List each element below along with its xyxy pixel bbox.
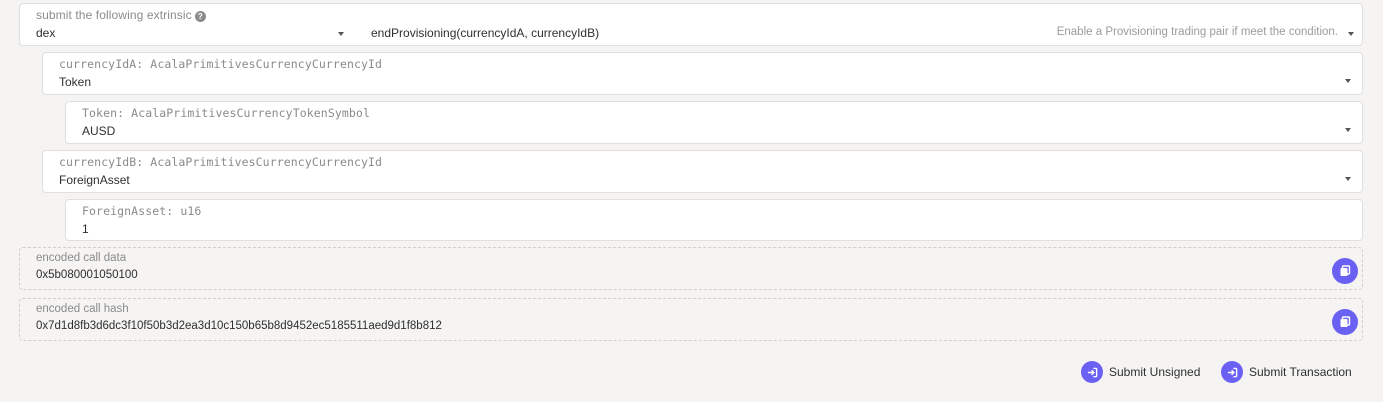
encoded-call-hash-value: 0x7d1d8fb3d6dc3f10f50b3d2ea3d10c150b65b8…: [36, 320, 442, 332]
copy-icon: [1340, 265, 1351, 276]
chevron-down-icon: [1345, 128, 1351, 132]
currency-id-a-dropdown[interactable]: currencyIdA: AcalaPrimitivesCurrencyCurr…: [42, 52, 1363, 95]
currency-id-b-value: ForeignAsset: [59, 173, 130, 187]
submit-unsigned-button[interactable]: Submit Unsigned: [1081, 361, 1200, 383]
chevron-down-icon: [1345, 79, 1351, 83]
question-circle-icon[interactable]: ?: [194, 10, 206, 22]
token-value: AUSD: [82, 124, 116, 138]
chevron-down-icon: [1348, 32, 1354, 36]
currency-id-b-label: currencyIdB: AcalaPrimitivesCurrencyCurr…: [59, 155, 383, 169]
encoded-call-hash: encoded call hash 0x7d1d8fb3d6dc3f10f50b…: [19, 298, 1363, 341]
section-value: dex: [36, 26, 56, 40]
extrinsic-selector: submit the following extrinsic? dex endP…: [19, 3, 1363, 46]
section-dropdown[interactable]: dex: [20, 22, 354, 46]
encoded-call-data: encoded call data 0x5b080001050100: [19, 247, 1363, 290]
submit-transaction-label: Submit Transaction: [1249, 365, 1352, 379]
copy-icon: [1340, 316, 1351, 327]
chevron-down-icon: [338, 32, 344, 36]
sign-in-icon: [1221, 361, 1243, 383]
currency-id-b-dropdown[interactable]: currencyIdB: AcalaPrimitivesCurrencyCurr…: [42, 150, 1363, 193]
currency-id-a-label: currencyIdA: AcalaPrimitivesCurrencyCurr…: [59, 57, 383, 71]
copy-call-data-button[interactable]: [1332, 258, 1358, 284]
encoded-call-data-label: encoded call data: [36, 252, 127, 264]
currency-id-a-value: Token: [59, 75, 92, 89]
method-dropdown[interactable]: endProvisioning(currencyIdA, currencyIdB…: [354, 22, 1362, 46]
copy-call-hash-button[interactable]: [1332, 309, 1358, 335]
method-description: Enable a Provisioning trading pair if me…: [1056, 26, 1338, 38]
foreign-asset-label: ForeignAsset: u16: [82, 204, 202, 218]
method-value: endProvisioning(currencyIdA, currencyIdB…: [371, 26, 600, 40]
token-label: Token: AcalaPrimitivesCurrencyTokenSymbo…: [82, 106, 370, 120]
sign-in-icon: [1081, 361, 1103, 383]
foreign-asset-input[interactable]: ForeignAsset: u16 1: [65, 199, 1363, 241]
foreign-asset-value: 1: [82, 222, 89, 236]
submit-unsigned-label: Submit Unsigned: [1109, 365, 1201, 379]
chevron-down-icon: [1345, 177, 1351, 181]
submit-transaction-button[interactable]: Submit Transaction: [1221, 361, 1352, 383]
extrinsic-label-wrap: submit the following extrinsic?: [36, 8, 206, 22]
token-dropdown[interactable]: Token: AcalaPrimitivesCurrencyTokenSymbo…: [65, 101, 1363, 144]
encoded-call-hash-label: encoded call hash: [36, 303, 129, 315]
encoded-call-data-value: 0x5b080001050100: [36, 269, 138, 281]
extrinsic-label: submit the following extrinsic: [36, 8, 192, 22]
